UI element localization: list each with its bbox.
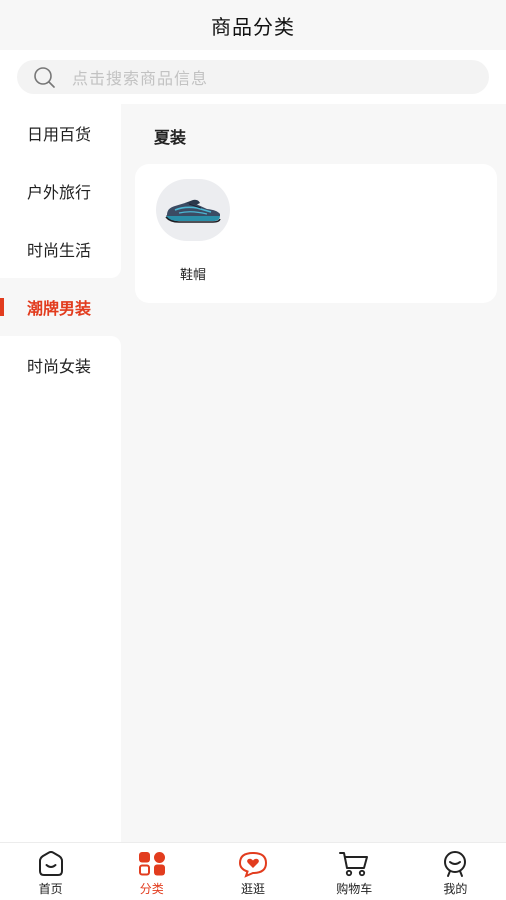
cart-icon [339, 850, 369, 878]
sneaker-image [156, 179, 230, 241]
header: 商品分类 [0, 0, 506, 50]
section-title: 夏装 [154, 128, 187, 147]
search-bar: 点击搜索商品信息 [0, 50, 506, 104]
search-icon [33, 66, 55, 88]
page-title: 商品分类 [211, 14, 295, 39]
app: 商品分类 点击搜索商品信息 日用百货 户外旅行 时尚生活 潮牌男装 时尚女装 夏… [0, 0, 506, 900]
sidebar-item-label: 潮牌男装 [27, 299, 92, 318]
tab-label: 购物车 [336, 882, 373, 896]
sidebar-item-label: 时尚女装 [27, 357, 92, 376]
sidebar-item-label: 户外旅行 [27, 183, 92, 202]
profile-icon [440, 850, 470, 878]
tab-label: 首页 [38, 882, 63, 896]
bottom-tab-bar: 首页 分类 逛逛 购物车 我的 [0, 842, 506, 900]
sidebar-item-womens-fashion[interactable]: 时尚女装 [0, 336, 121, 394]
sidebar-item-fashion-life[interactable]: 时尚生活 [0, 220, 121, 278]
category-content: 夏装 鞋帽 [121, 104, 506, 842]
tab-profile[interactable]: 我的 [405, 843, 506, 900]
search-placeholder: 点击搜索商品信息 [72, 69, 209, 88]
category-item-shoes-hats[interactable]: 鞋帽 [156, 179, 230, 283]
tab-home[interactable]: 首页 [0, 843, 101, 900]
tab-label: 分类 [139, 882, 164, 896]
tab-explore[interactable]: 逛逛 [202, 843, 303, 900]
tab-label: 逛逛 [241, 882, 266, 896]
sidebar-item-label: 日用百货 [27, 125, 92, 144]
category-icon [137, 850, 167, 878]
tab-category[interactable]: 分类 [101, 843, 202, 900]
tab-cart[interactable]: 购物车 [304, 843, 405, 900]
heart-chat-icon [238, 850, 268, 878]
sidebar-item-trendy-menswear[interactable]: 潮牌男装 [0, 278, 121, 336]
sidebar-item-outdoor-travel[interactable]: 户外旅行 [0, 162, 121, 220]
home-icon [36, 850, 66, 878]
tab-label: 我的 [443, 882, 468, 896]
search-input[interactable]: 点击搜索商品信息 [17, 60, 489, 94]
category-card: 鞋帽 [135, 164, 497, 303]
sidebar-background [0, 394, 121, 842]
sidebar-item-daily-goods[interactable]: 日用百货 [0, 104, 121, 162]
category-sidebar: 日用百货 户外旅行 时尚生活 潮牌男装 时尚女装 [0, 104, 121, 842]
category-label: 鞋帽 [179, 268, 206, 283]
sidebar-item-label: 时尚生活 [27, 241, 92, 260]
